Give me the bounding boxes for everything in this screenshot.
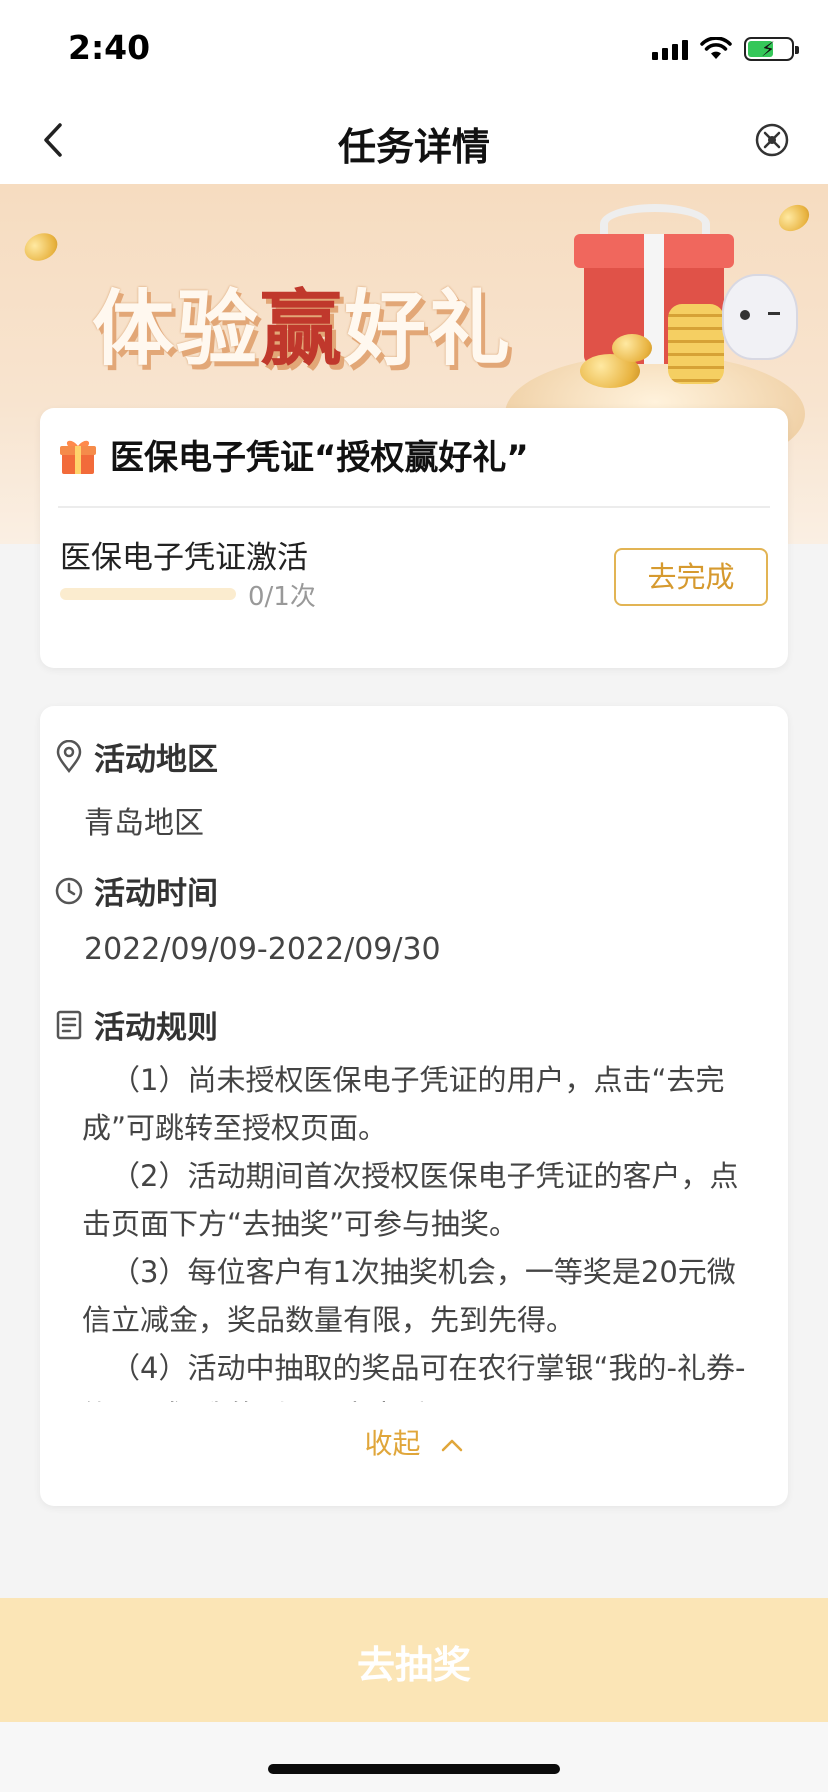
rule-item: （1）尚未授权医保电子凭证的用户，点击“去完成”可跳转至授权页面。 (82, 1063, 725, 1145)
battery-icon: ⚡ (744, 37, 799, 61)
task-progress-text: 0/1次 (248, 582, 316, 612)
page-title: 任务详情 (337, 125, 490, 169)
go-lottery-label: 去抽奖 (356, 1643, 471, 1687)
location-pin-icon (56, 739, 82, 773)
rule-item: （4）活动中抽取的奖品可在农行掌银“我的-礼券-礼品”或“我的-小豆”中查看。 (82, 1351, 746, 1402)
collapse-toggle[interactable]: 收起 (40, 1422, 788, 1462)
task-card: 医保电子凭证“授权赢好礼” 医保电子凭证激活 0/1次 去完成 (40, 408, 788, 668)
home-indicator-area (0, 1722, 828, 1792)
rule-item: （3）每位客户有1次抽奖机会，一等奖是20元微信立减金，奖品数量有限，先到先得。 (82, 1255, 736, 1337)
coin-decoration (774, 199, 814, 237)
battery-cap (795, 46, 799, 54)
gift-icon (60, 440, 96, 474)
divider (58, 506, 770, 508)
time-value: 2022/09/09-2022/09/30 (84, 932, 441, 967)
region-section-header: 活动地区 (54, 734, 218, 779)
task-name: 医保电子凭证激活 (60, 540, 308, 576)
rules-label: 活动规则 (94, 1010, 218, 1046)
activity-info-card: 活动地区 青岛地区 活动时间 2022/09/09-2022/09/30 活动规… (40, 706, 788, 1506)
status-time: 2:40 (68, 28, 151, 67)
region-label: 活动地区 (94, 742, 218, 778)
chevron-up-icon (442, 1439, 463, 1452)
status-bar: 2:40 ⚡ (0, 0, 828, 96)
rules-section-header: 活动规则 (54, 1002, 218, 1047)
mascot-illustration (722, 274, 798, 360)
task-progress-bar (60, 588, 236, 600)
time-label: 活动时间 (94, 876, 218, 912)
close-mini-program-icon[interactable] (754, 122, 790, 158)
clock-icon (55, 877, 83, 904)
home-indicator[interactable] (268, 1764, 560, 1774)
coin-stack-decoration (668, 304, 724, 384)
coin-decoration (20, 228, 62, 266)
banner-title: 体验赢好礼 (92, 282, 513, 377)
coin-decoration (612, 334, 652, 362)
go-lottery-button[interactable]: 去抽奖 (0, 1598, 828, 1722)
rule-item: （2）活动期间首次授权医保电子凭证的客户，点击页面下方“去抽奖”可参与抽奖。 (82, 1159, 739, 1241)
charging-bolt-icon: ⚡ (761, 37, 776, 61)
time-section-header: 活动时间 (54, 868, 218, 913)
go-complete-button[interactable]: 去完成 (614, 548, 768, 606)
task-card-title: 医保电子凭证“授权赢好礼” (110, 438, 529, 478)
cellular-signal-icon (652, 38, 688, 60)
region-value: 青岛地区 (84, 806, 204, 841)
nav-bar: 任务详情 (0, 96, 828, 184)
collapse-label: 收起 (364, 1427, 421, 1460)
status-icons: ⚡ (652, 34, 799, 64)
wifi-icon (700, 37, 732, 59)
document-icon (56, 1010, 82, 1039)
rules-text: （1）尚未授权医保电子凭证的用户，点击“去完成”可跳转至授权页面。 （2）活动期… (82, 1056, 762, 1402)
